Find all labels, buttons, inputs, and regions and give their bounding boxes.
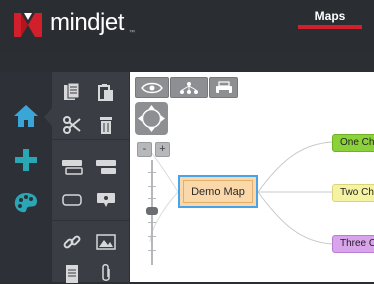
cut-button[interactable] [61,114,83,136]
notes-icon [66,265,78,283]
child-topic-three[interactable]: Three Ch [332,235,374,253]
zoom-slider-thumb[interactable] [146,207,158,215]
topic-shape-icon [62,194,82,206]
view-filter-button[interactable] [135,77,169,98]
zoom-tick [148,186,156,187]
notes-button[interactable] [61,262,83,284]
top-bar: mindjet ™ Maps [0,0,374,52]
trash-icon [100,117,112,134]
callout-button[interactable] [95,189,117,211]
eye-icon [141,82,163,93]
divider [52,220,129,221]
mindjet-logo-icon [14,13,42,37]
add-topic-icon [96,160,116,174]
pan-control[interactable] [135,102,168,135]
central-topic[interactable]: Demo Map [178,175,258,208]
layout-icon [180,81,198,94]
zoom-out-button[interactable]: - [137,142,152,157]
image-icon [96,234,116,250]
add-subtopic-icon [62,160,83,175]
zoom-tick [148,250,156,251]
copy-icon [64,82,80,100]
print-icon [215,80,232,94]
zoom-tick [148,198,156,199]
attachment-button[interactable] [95,262,117,284]
topic-shape-button[interactable] [61,189,83,211]
pan-arrows-icon [138,105,165,132]
nav-add[interactable] [6,140,46,180]
add-subtopic-button[interactable] [61,156,83,178]
paste-icon [98,84,113,101]
nav-style[interactable] [6,183,46,223]
child-topic-one[interactable]: One Child [332,134,374,152]
layout-button[interactable] [170,77,208,98]
brand-name: mindjet [50,9,124,36]
central-topic-label: Demo Map [183,180,253,203]
home-icon [14,105,38,127]
delete-button[interactable] [95,114,117,136]
plus-icon [15,149,37,171]
zoom-in-button[interactable]: + [155,142,170,157]
image-button[interactable] [95,231,117,253]
hyperlink-button[interactable] [61,231,83,253]
zoom-tick [148,236,156,237]
child-topic-two[interactable]: Two Child [332,184,374,202]
add-topic-button[interactable] [95,156,117,178]
zoom-tick [148,222,156,223]
zoom-tick [148,172,156,173]
print-button[interactable] [209,77,238,98]
trademark: ™ [129,30,135,36]
scissors-icon [63,116,81,134]
paperclip-icon [102,264,110,281]
divider [52,139,129,140]
copy-button[interactable] [61,81,83,103]
link-icon [63,235,81,249]
palette-icon [14,193,38,213]
active-tab-indicator [298,25,362,29]
callout-icon [97,193,115,207]
paste-button[interactable] [95,81,117,103]
nav-home[interactable] [6,96,46,136]
